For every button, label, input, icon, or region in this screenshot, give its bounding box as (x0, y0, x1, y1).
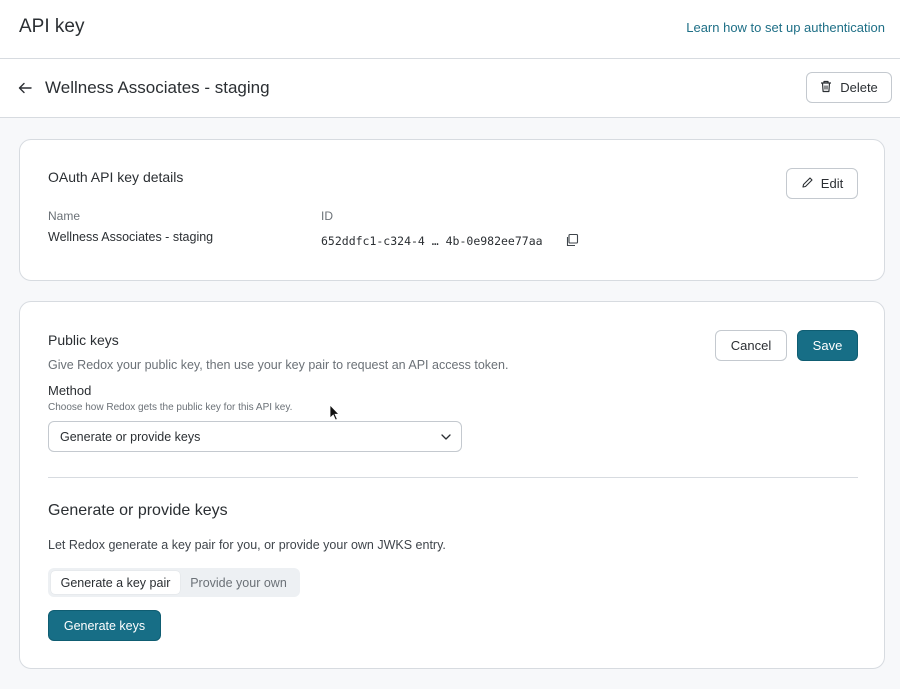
segment-provide-your-own[interactable]: Provide your own (180, 571, 297, 594)
public-keys-title: Public keys (48, 332, 119, 348)
generate-keys-button[interactable]: Generate keys (48, 610, 161, 641)
auth-help-link[interactable]: Learn how to set up authentication (686, 20, 885, 35)
edit-button[interactable]: Edit (786, 168, 858, 199)
cancel-button[interactable]: Cancel (715, 330, 787, 361)
generate-section-title: Generate or provide keys (48, 502, 228, 519)
key-source-toggle: Generate a key pair Provide your own (48, 568, 300, 597)
method-select[interactable]: Generate or provide keys (48, 421, 462, 452)
save-button[interactable]: Save (797, 330, 858, 361)
id-value: 652ddfc1-c324-4 … 4b-0e982ee77aa (321, 234, 543, 248)
method-selected-value: Generate or provide keys (60, 429, 201, 444)
api-key-details-card: OAuth API key details Edit Name Wellness… (19, 139, 885, 281)
arrow-left-icon[interactable] (16, 79, 34, 97)
delete-button[interactable]: Delete (806, 72, 892, 103)
method-label: Method (48, 383, 92, 398)
segment-generate-key-pair[interactable]: Generate a key pair (51, 571, 180, 594)
public-keys-description: Give Redox your public key, then use you… (48, 358, 509, 372)
delete-label: Delete (840, 80, 878, 95)
record-title: Wellness Associates - staging (45, 78, 270, 97)
page-title: API key (19, 16, 85, 37)
copy-icon[interactable] (565, 233, 579, 247)
mouse-cursor-icon (329, 404, 341, 422)
name-label: Name (48, 209, 81, 223)
details-card-title: OAuth API key details (48, 169, 184, 185)
method-hint: Choose how Redox gets the public key for… (48, 402, 293, 413)
record-header: Wellness Associates - staging Delete (0, 59, 900, 118)
id-label: ID (321, 209, 333, 223)
generate-section-description: Let Redox generate a key pair for you, o… (48, 538, 446, 552)
public-keys-card: Public keys Give Redox your public key, … (19, 301, 885, 669)
top-bar: API key Learn how to set up authenticati… (0, 0, 900, 59)
pencil-icon (801, 176, 814, 192)
section-divider (48, 477, 858, 478)
trash-icon (820, 80, 832, 96)
name-value: Wellness Associates - staging (48, 230, 214, 244)
chevron-down-icon (440, 431, 452, 443)
edit-label: Edit (820, 176, 844, 191)
